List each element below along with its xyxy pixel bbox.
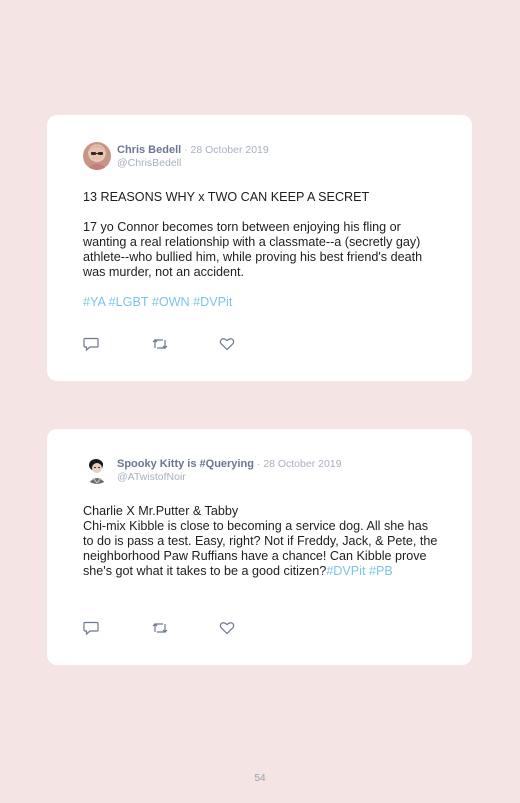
like-icon[interactable] bbox=[219, 621, 287, 635]
user-handle[interactable]: @ATwistofNoir bbox=[117, 471, 341, 484]
tweet-body: 17 yo Connor becomes torn between enjoyi… bbox=[83, 220, 423, 279]
profile-photo-icon bbox=[86, 145, 108, 170]
reply-icon[interactable] bbox=[83, 621, 151, 635]
tweet-card: Spooky Kitty is #Querying · 28 October 2… bbox=[47, 429, 472, 665]
tweet-actions bbox=[83, 621, 287, 635]
tweet-text: Charlie X Mr.Putter & Tabby Chi-mix Kibb… bbox=[83, 504, 442, 579]
avatar[interactable] bbox=[83, 456, 111, 484]
tweet-hashtags[interactable]: #YA #LGBT #OWN #DVPit bbox=[83, 295, 442, 310]
tweet-date: · 28 October 2019 bbox=[181, 144, 269, 156]
tweet-title: Charlie X Mr.Putter & Tabby bbox=[83, 504, 239, 518]
like-icon[interactable] bbox=[219, 337, 287, 351]
display-name[interactable]: Spooky Kitty is #Querying bbox=[117, 458, 254, 470]
retweet-icon[interactable] bbox=[151, 621, 219, 635]
tweet-card: Chris Bedell · 28 October 2019 @ChrisBed… bbox=[47, 115, 472, 381]
reply-icon[interactable] bbox=[83, 337, 151, 351]
tweet-text: 13 REASONS WHY x TWO CAN KEEP A SECRET 1… bbox=[83, 190, 442, 310]
tweet-hashtags[interactable]: #DVPit #PB bbox=[326, 564, 393, 578]
tweet-title: 13 REASONS WHY x TWO CAN KEEP A SECRET bbox=[83, 190, 370, 204]
avatar[interactable] bbox=[83, 142, 111, 170]
page-number: 54 bbox=[254, 773, 266, 784]
tweet-date: · 28 October 2019 bbox=[253, 458, 342, 470]
tweet-header: Spooky Kitty is #Querying · 28 October 2… bbox=[83, 456, 341, 484]
tweet-actions bbox=[83, 337, 287, 351]
user-handle[interactable]: @ChrisBedell bbox=[117, 157, 269, 170]
tweet-header: Chris Bedell · 28 October 2019 @ChrisBed… bbox=[83, 142, 269, 170]
retweet-icon[interactable] bbox=[151, 337, 219, 351]
display-name[interactable]: Chris Bedell bbox=[117, 144, 181, 156]
profile-photo-icon bbox=[83, 456, 111, 484]
